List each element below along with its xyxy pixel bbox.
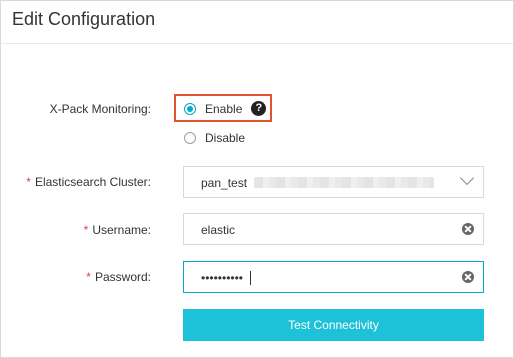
- cluster-label: * Elasticsearch Cluster:: [26, 175, 151, 189]
- dialog-header: Edit Configuration: [1, 1, 513, 44]
- clear-icon[interactable]: [462, 223, 474, 235]
- radio-disable-circle[interactable]: [184, 132, 196, 144]
- username-label: * Username:: [84, 223, 151, 237]
- required-mark: *: [26, 175, 31, 189]
- username-value: elastic: [201, 223, 236, 237]
- cluster-label-text: Elasticsearch Cluster:: [34, 175, 151, 189]
- cluster-select[interactable]: pan_test: [183, 166, 484, 198]
- username-label-text: Username:: [92, 223, 151, 237]
- password-label: * Password:: [86, 270, 151, 284]
- password-value: ••••••••••: [201, 271, 244, 285]
- test-connectivity-button[interactable]: Test Connectivity: [183, 309, 484, 341]
- question-circle-icon[interactable]: ?: [251, 101, 267, 116]
- text-caret: [250, 271, 251, 285]
- required-mark: *: [83, 223, 89, 237]
- edit-configuration-dialog: Edit Configuration X-Pack Monitoring: En…: [0, 0, 514, 358]
- radio-disable-label: Disable: [205, 131, 246, 145]
- password-input[interactable]: ••••••••••: [183, 261, 484, 293]
- required-mark: *: [86, 270, 91, 284]
- radio-enable[interactable]: Enable ?: [184, 101, 267, 116]
- radio-enable-circle[interactable]: [184, 102, 196, 115]
- radio-disable[interactable]: Disable: [184, 131, 245, 145]
- password-label-text: Password:: [94, 270, 151, 284]
- xpack-monitoring-label: X-Pack Monitoring:: [49, 102, 151, 116]
- cluster-select-value: pan_test: [201, 176, 248, 190]
- dialog-title: Edit Configuration: [12, 9, 156, 29]
- radio-enable-label: Enable: [205, 101, 243, 116]
- chevron-down-icon[interactable]: [459, 170, 475, 186]
- clear-icon[interactable]: [462, 271, 474, 283]
- username-input[interactable]: elastic: [183, 213, 484, 245]
- redacted-text: [254, 177, 434, 188]
